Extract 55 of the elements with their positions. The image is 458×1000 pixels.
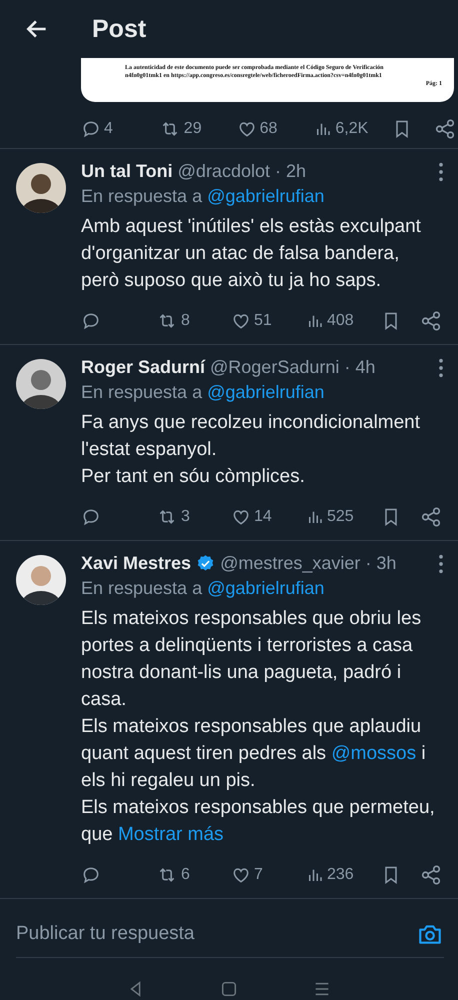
like-button[interactable]: 7	[231, 865, 287, 885]
post-time: · 2h	[274, 161, 306, 182]
author-name[interactable]: Xavi Mestres	[81, 553, 192, 574]
author-handle: @mestres_xavier	[220, 553, 360, 574]
author-name[interactable]: Un tal Toni	[81, 161, 173, 182]
share-button[interactable]	[420, 310, 442, 332]
post-text: Per tant en sóu còmplices.	[81, 465, 306, 489]
reply-context: En respuesta a	[81, 382, 202, 403]
reply-icon	[81, 865, 101, 885]
reply-input-field[interactable]: Publicar tu respuesta	[16, 923, 416, 945]
more-options-icon[interactable]	[438, 554, 444, 574]
post-time: · 3h	[365, 553, 396, 574]
post-text: Amb aquest 'inútiles' els estàs exculpant d'organitzar un atac de falsa bandera, però suposo que això tu ja ho saps.	[81, 215, 422, 293]
share-button[interactable]	[434, 118, 456, 140]
reply-context: En respuesta a	[81, 578, 202, 599]
post-text: Els mateixos responsables que obriu les portes a delinqüents i terroristes a casa nostra donant-lis una pagueta, padró i casa.	[81, 607, 422, 712]
views-button[interactable]: 6,2K	[314, 119, 370, 139]
like-button[interactable]: 68	[236, 119, 293, 139]
views-button[interactable]: 236	[306, 865, 362, 885]
reply-button[interactable]: 4	[81, 119, 137, 139]
repost-button[interactable]: 8	[156, 311, 212, 331]
reply-context: En respuesta a	[81, 186, 202, 207]
like-button[interactable]: 14	[231, 507, 287, 527]
repost-button[interactable]: 3	[156, 507, 212, 527]
mention-link[interactable]: @gabrielrufian	[207, 382, 324, 403]
repost-button[interactable]: 29	[158, 119, 215, 139]
home-nav-icon[interactable]	[220, 980, 238, 998]
reply-icon	[81, 119, 101, 139]
share-icon	[434, 118, 456, 140]
post-text: Els mateixos responsables que aplaudiu quant aquest tiren pedres als @mossos i els hi regaleu un pis.	[81, 715, 427, 793]
mention-link[interactable]: @gabrielrufian	[207, 186, 324, 207]
show-more-link[interactable]: Mostrar más	[118, 824, 224, 845]
author-handle: @RogerSadurni	[210, 357, 340, 378]
mention-link[interactable]: @gabrielrufian	[207, 578, 324, 599]
views-button[interactable]: 525	[306, 507, 362, 527]
author-handle: @dracdolot	[178, 161, 270, 182]
more-options-icon[interactable]	[438, 358, 444, 378]
share-icon	[420, 506, 442, 528]
share-icon	[420, 864, 442, 886]
reply-icon	[81, 507, 101, 527]
page-title: Post	[92, 14, 146, 44]
post-text: Fa anys que recolzeu incondicionalment l'estat espanyol.	[81, 411, 422, 462]
mention-link[interactable]: @mossos	[331, 743, 416, 764]
share-button[interactable]	[420, 506, 442, 528]
share-icon	[420, 310, 442, 332]
repost-button[interactable]: 6	[156, 865, 212, 885]
more-options-icon[interactable]	[438, 162, 444, 182]
recent-apps-icon[interactable]	[312, 980, 331, 998]
post-time: · 4h	[344, 357, 376, 378]
reply-icon	[81, 311, 101, 331]
views-button[interactable]: 408	[306, 311, 362, 331]
post-text: Els mateixos responsables que permeteu, que Mostrar más	[81, 796, 436, 847]
share-button[interactable]	[420, 864, 442, 886]
author-name[interactable]: Roger Sadurní	[81, 357, 206, 378]
like-button[interactable]: 51	[231, 311, 287, 331]
